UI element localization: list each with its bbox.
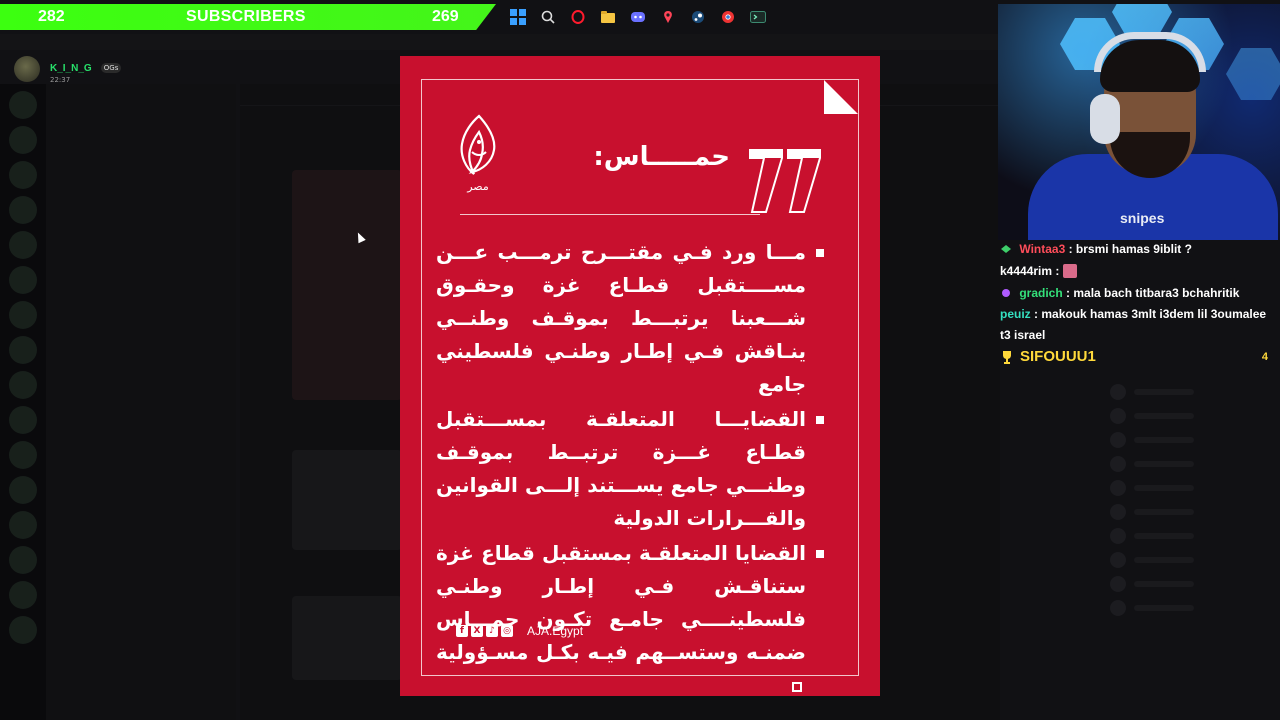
member-row[interactable] bbox=[1110, 428, 1270, 452]
trophy-icon bbox=[1003, 350, 1011, 364]
windows-start-icon[interactable] bbox=[510, 9, 526, 25]
server-icon[interactable] bbox=[9, 126, 37, 154]
member-row[interactable] bbox=[1110, 476, 1270, 500]
header-divider bbox=[460, 214, 760, 215]
message-username[interactable]: K_I_N_G bbox=[50, 63, 92, 74]
member-row[interactable] bbox=[1110, 452, 1270, 476]
quote-mark-icon bbox=[749, 149, 821, 213]
instagram-icon: ◎ bbox=[501, 625, 513, 637]
opera-icon[interactable] bbox=[570, 9, 586, 25]
subscriber-count-right: 269 bbox=[432, 8, 459, 25]
headset-icon bbox=[1090, 94, 1120, 144]
chat-username: Wintaa3 bbox=[1019, 242, 1066, 256]
server-icon[interactable] bbox=[9, 336, 37, 364]
member-row[interactable] bbox=[1110, 380, 1270, 404]
discord-icon[interactable] bbox=[630, 9, 646, 25]
member-list bbox=[1110, 380, 1270, 620]
member-row[interactable] bbox=[1110, 404, 1270, 428]
chat-badge-icon bbox=[1002, 289, 1010, 297]
message-meta: K_I_N_G OGs 22:37 bbox=[50, 56, 122, 84]
webcam-feed: snipes bbox=[998, 4, 1280, 240]
chat-line: k4444rim : bbox=[1000, 260, 1280, 282]
chat-text: : makouk hamas 3mlt i3dem lil 3oumalee t… bbox=[1000, 307, 1267, 342]
end-mark-icon bbox=[792, 681, 802, 692]
chat-badge-icon bbox=[1001, 245, 1011, 253]
server-icon[interactable] bbox=[9, 581, 37, 609]
stream-chat-overlay: Wintaa3 : brsmi hamas 9iblit ? k4444rim … bbox=[1000, 238, 1280, 365]
server-icon[interactable] bbox=[9, 301, 37, 329]
chat-username: gradich bbox=[1019, 286, 1063, 300]
subscriber-label: SUBSCRIBERS bbox=[186, 8, 306, 25]
embed-card bbox=[292, 596, 402, 680]
poster-footer: f X ♪ ◎ AJA.Egypt bbox=[456, 624, 583, 638]
avatar[interactable] bbox=[14, 56, 40, 82]
subscriber-count-left: 282 bbox=[38, 8, 65, 25]
bullet-item: القضايا المتعلقـة بمستقبل قطاع غزة ستناق… bbox=[436, 537, 828, 702]
server-icon[interactable] bbox=[9, 371, 37, 399]
bullet-item: مـــا ورد فـي مقتـــرح ترمـــب عـــن مسـ… bbox=[436, 236, 828, 401]
x-icon: X bbox=[471, 625, 483, 637]
message-timestamp: 22:37 bbox=[50, 76, 71, 84]
member-row[interactable] bbox=[1110, 548, 1270, 572]
member-row[interactable] bbox=[1110, 524, 1270, 548]
chrome-icon[interactable] bbox=[720, 9, 736, 25]
member-row[interactable] bbox=[1110, 596, 1270, 620]
shirt-logo: snipes bbox=[1120, 210, 1165, 226]
embed-card bbox=[292, 170, 402, 400]
role-badge: OGs bbox=[100, 63, 122, 73]
server-icon[interactable] bbox=[9, 546, 37, 574]
server-icon[interactable] bbox=[9, 91, 37, 119]
subscriber-goal-bar: 282 SUBSCRIBERS 269 bbox=[0, 4, 496, 30]
tiktok-icon: ♪ bbox=[486, 625, 498, 637]
chat-message: K_I_N_G OGs 22:37 bbox=[14, 56, 122, 84]
location-pin-icon[interactable] bbox=[660, 9, 676, 25]
poster-title: حمـــــاس: bbox=[593, 142, 730, 172]
search-icon[interactable] bbox=[540, 9, 556, 25]
chat-username: peuiz bbox=[1000, 307, 1031, 321]
member-row[interactable] bbox=[1110, 572, 1270, 596]
server-icon[interactable] bbox=[9, 616, 37, 644]
member-row[interactable] bbox=[1110, 500, 1270, 524]
social-icons: f X ♪ ◎ bbox=[456, 625, 513, 637]
bullet-text: القضايا المتعلقـة بمستقبل قطاع غزة ستناق… bbox=[436, 541, 806, 664]
server-icon[interactable] bbox=[9, 441, 37, 469]
taskbar bbox=[510, 4, 766, 30]
file-explorer-icon[interactable] bbox=[600, 9, 616, 25]
chat-line: gradich : mala bach titbara3 bchahritik bbox=[1000, 282, 1280, 304]
top-chatter-count: 4 bbox=[1261, 350, 1268, 363]
server-icon[interactable] bbox=[9, 231, 37, 259]
chat-username: k4444rim bbox=[1000, 264, 1053, 278]
embed-card bbox=[292, 450, 402, 550]
server-icon[interactable] bbox=[9, 406, 37, 434]
server-icon[interactable] bbox=[9, 511, 37, 539]
server-icon[interactable] bbox=[9, 266, 37, 294]
chat-text: : mala bach titbara3 bchahritik bbox=[1066, 286, 1240, 300]
title-bar bbox=[0, 34, 1000, 50]
top-chatter-name: SIFOUUU1 bbox=[1020, 348, 1096, 365]
channel-list bbox=[46, 84, 236, 720]
chat-text: : brsmi hamas 9iblit ? bbox=[1068, 242, 1192, 256]
server-icon[interactable] bbox=[9, 196, 37, 224]
server-icon[interactable] bbox=[9, 476, 37, 504]
server-icon[interactable] bbox=[9, 161, 37, 189]
social-handle: AJA.Egypt bbox=[527, 624, 584, 638]
chat-line: Wintaa3 : brsmi hamas 9iblit ? bbox=[1000, 238, 1280, 260]
facebook-icon: f bbox=[456, 625, 468, 637]
screen: 282 SUBSCRIBERS 269 K_I_N_G OGs 22:37 مص… bbox=[0, 0, 1280, 720]
chat-text: : bbox=[1055, 264, 1060, 278]
logo-country-label: مصر bbox=[467, 180, 489, 193]
emote-icon bbox=[1062, 264, 1077, 278]
top-chatter: SIFOUUU1 4 bbox=[1000, 348, 1280, 365]
server-list bbox=[0, 84, 46, 720]
steam-icon[interactable] bbox=[690, 9, 706, 25]
chat-line: peuiz : makouk hamas 3mlt i3dem lil 3oum… bbox=[1000, 304, 1280, 346]
bullet-item: القضايـــا المتعلقـة بمســـتقبل قطـاع غـ… bbox=[436, 403, 828, 535]
terminal-icon[interactable] bbox=[750, 9, 766, 25]
